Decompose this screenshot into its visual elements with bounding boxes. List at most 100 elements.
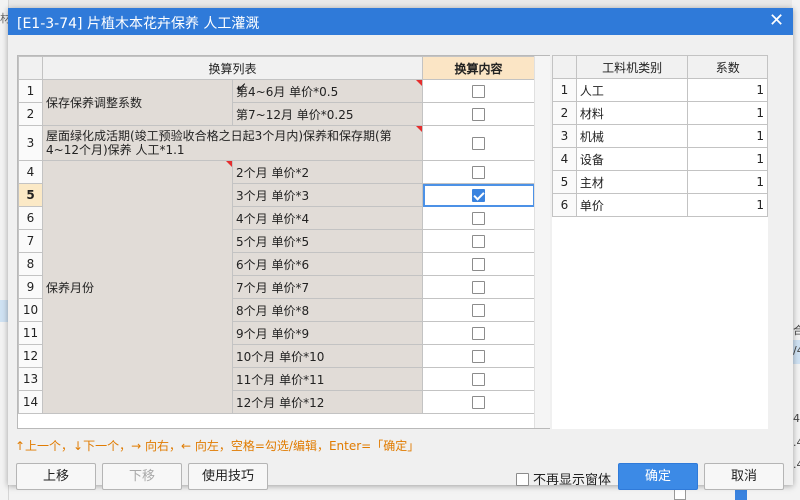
- row-number: 5: [552, 170, 577, 194]
- table-row[interactable]: 6 单价 1: [552, 193, 768, 217]
- conversion-item-name[interactable]: 保存保养调整系数: [42, 79, 233, 126]
- conversion-checkbox[interactable]: [472, 373, 485, 386]
- table-row[interactable]: 4 保养月份 2个月 单价*2: [18, 160, 535, 414]
- row-number: 9: [18, 275, 43, 299]
- conversion-sub-item[interactable]: 11个月 单价*11: [232, 367, 423, 391]
- row-number: 4: [18, 160, 43, 184]
- coefficient-grid: 工料机类别 系数 1 人工 1 2 材料 1 3 机械 1 4 设备 1 5 主…: [552, 55, 768, 217]
- coefficient-cell[interactable]: 1: [687, 170, 768, 194]
- table-row[interactable]: 1 人工 1: [552, 78, 768, 102]
- table-row[interactable]: 1 保存保养调整系数 第4~6月 单价*0.5: [18, 79, 535, 126]
- conversion-item-name[interactable]: 屋面绿化成活期(竣工预验收合格之日起3个月内)保养和保存期(第4~12个月)保养…: [42, 125, 423, 161]
- conversion-checkbox[interactable]: [472, 212, 485, 225]
- conversion-checkbox[interactable]: [472, 396, 485, 409]
- conversion-checkbox[interactable]: [472, 350, 485, 363]
- row-number: 10: [18, 298, 43, 322]
- usage-tips-button[interactable]: 使用技巧: [188, 463, 268, 490]
- header-coefficient: 系数: [687, 55, 768, 79]
- row-number: 7: [18, 229, 43, 253]
- conversion-checkbox-cell[interactable]: [422, 206, 535, 230]
- conversion-item-label: 保养月份: [46, 280, 95, 295]
- background-app-right-text: .4: [793, 436, 800, 449]
- conversion-checkbox-cell[interactable]: [422, 390, 535, 414]
- material-type-cell[interactable]: 单价: [575, 193, 689, 217]
- conversion-checkbox[interactable]: [472, 327, 485, 340]
- dialog-titlebar: [E1-3-74] 片植木本花卉保养 人工灌溉 ✕: [8, 8, 793, 35]
- background-app-right-text: 4: [793, 412, 800, 425]
- material-type-cell[interactable]: 机械: [575, 124, 689, 148]
- table-row[interactable]: 5 主材 1: [552, 170, 768, 194]
- dialog-body: 换算列表 换算内容 1 保存保养调整系数 第4~6月 单价*0.5 2 第7~1…: [8, 35, 793, 490]
- conversion-checkbox-cell[interactable]: [422, 125, 535, 161]
- conversion-grid-panel: 换算列表 换算内容 1 保存保养调整系数 第4~6月 单价*0.5 2 第7~1…: [17, 55, 550, 429]
- grid-corner: [552, 55, 577, 79]
- conversion-checkbox-cell[interactable]: [422, 367, 535, 391]
- row-number: 4: [552, 147, 577, 171]
- conversion-checkbox[interactable]: [472, 304, 485, 317]
- conversion-item-name[interactable]: 保养月份: [42, 160, 233, 414]
- conversion-checkbox[interactable]: [472, 85, 485, 98]
- table-row[interactable]: 4 设备 1: [552, 147, 768, 171]
- grid-corner: [18, 56, 43, 80]
- vertical-scrollbar[interactable]: [534, 56, 550, 428]
- material-type-cell[interactable]: 设备: [575, 147, 689, 171]
- conversion-checkbox-cell[interactable]: [422, 183, 535, 207]
- conversion-checkbox-cell[interactable]: [422, 229, 535, 253]
- conversion-checkbox-cell[interactable]: [422, 344, 535, 368]
- conversion-checkbox[interactable]: [472, 281, 485, 294]
- conversion-checkbox-cell[interactable]: [422, 102, 535, 126]
- conversion-checkbox-cell[interactable]: [422, 275, 535, 299]
- row-number: 2: [18, 102, 43, 126]
- coefficient-cell[interactable]: 1: [687, 101, 768, 125]
- material-type-cell[interactable]: 人工: [575, 78, 689, 102]
- coefficient-grid-panel: 工料机类别 系数 1 人工 1 2 材料 1 3 机械 1 4 设备 1 5 主…: [552, 55, 768, 429]
- conversion-checkbox-cell[interactable]: [422, 79, 535, 103]
- conversion-sub-item[interactable]: 8个月 单价*8: [232, 298, 423, 322]
- conversion-grid: 换算列表 换算内容 1 保存保养调整系数 第4~6月 单价*0.5 2 第7~1…: [18, 56, 535, 414]
- ok-button[interactable]: 确定: [618, 463, 698, 490]
- conversion-sub-item[interactable]: 第4~6月 单价*0.5: [232, 79, 423, 103]
- no-show-option[interactable]: 不再显示窗体: [516, 469, 611, 488]
- table-row[interactable]: 3 屋面绿化成活期(竣工预验收合格之日起3个月内)保养和保存期(第4~12个月)…: [18, 125, 535, 161]
- conversion-checkbox[interactable]: [472, 166, 485, 179]
- conversion-sub-item[interactable]: 4个月 单价*4: [232, 206, 423, 230]
- conversion-sub-item[interactable]: 5个月 单价*5: [232, 229, 423, 253]
- no-show-checkbox[interactable]: [516, 473, 529, 486]
- table-row[interactable]: 3 机械 1: [552, 124, 768, 148]
- conversion-sub-item[interactable]: 6个月 单价*6: [232, 252, 423, 276]
- move-down-button[interactable]: 下移: [102, 463, 182, 490]
- conversion-dialog: [E1-3-74] 片植木本花卉保养 人工灌溉 ✕ 换算列表 换算内容 1 保存…: [8, 8, 793, 490]
- row-number: 2: [552, 101, 577, 125]
- cancel-button[interactable]: 取消: [704, 463, 784, 490]
- conversion-sub-item[interactable]: 3个月 单价*3: [232, 183, 423, 207]
- mouse-pointer-icon: ↙: [236, 80, 247, 95]
- conversion-checkbox[interactable]: [472, 258, 485, 271]
- material-type-cell[interactable]: 材料: [575, 101, 689, 125]
- conversion-checkbox-cell[interactable]: [422, 252, 535, 276]
- conversion-sub-item[interactable]: 7个月 单价*7: [232, 275, 423, 299]
- conversion-checkbox[interactable]: [472, 137, 485, 150]
- background-app-right-text: .4: [793, 458, 800, 471]
- conversion-checkbox-cell[interactable]: [422, 160, 535, 184]
- conversion-checkbox-cell[interactable]: [422, 321, 535, 345]
- conversion-sub-item[interactable]: 12个月 单价*12: [232, 390, 423, 414]
- coefficient-cell[interactable]: 1: [687, 193, 768, 217]
- background-app-right-text: 合: [793, 324, 800, 337]
- conversion-checkbox-cell[interactable]: [422, 298, 535, 322]
- move-up-button[interactable]: 上移: [16, 463, 96, 490]
- conversion-checkbox-checked[interactable]: [472, 189, 485, 202]
- conversion-checkbox[interactable]: [472, 108, 485, 121]
- material-type-cell[interactable]: 主材: [575, 170, 689, 194]
- close-icon[interactable]: ✕: [769, 10, 784, 31]
- conversion-sub-item[interactable]: 第7~12月 单价*0.25: [232, 102, 423, 126]
- row-number: 3: [552, 124, 577, 148]
- conversion-checkbox[interactable]: [472, 235, 485, 248]
- conversion-sub-item[interactable]: 10个月 单价*10: [232, 344, 423, 368]
- conversion-item-label: 屋面绿化成活期(竣工预验收合格之日起3个月内)保养和保存期(第4~12个月)保养…: [46, 129, 392, 157]
- coefficient-cell[interactable]: 1: [687, 147, 768, 171]
- conversion-sub-item[interactable]: 9个月 单价*9: [232, 321, 423, 345]
- table-row[interactable]: 2 材料 1: [552, 101, 768, 125]
- coefficient-cell[interactable]: 1: [687, 78, 768, 102]
- coefficient-cell[interactable]: 1: [687, 124, 768, 148]
- conversion-sub-item[interactable]: 2个月 单价*2: [232, 160, 423, 184]
